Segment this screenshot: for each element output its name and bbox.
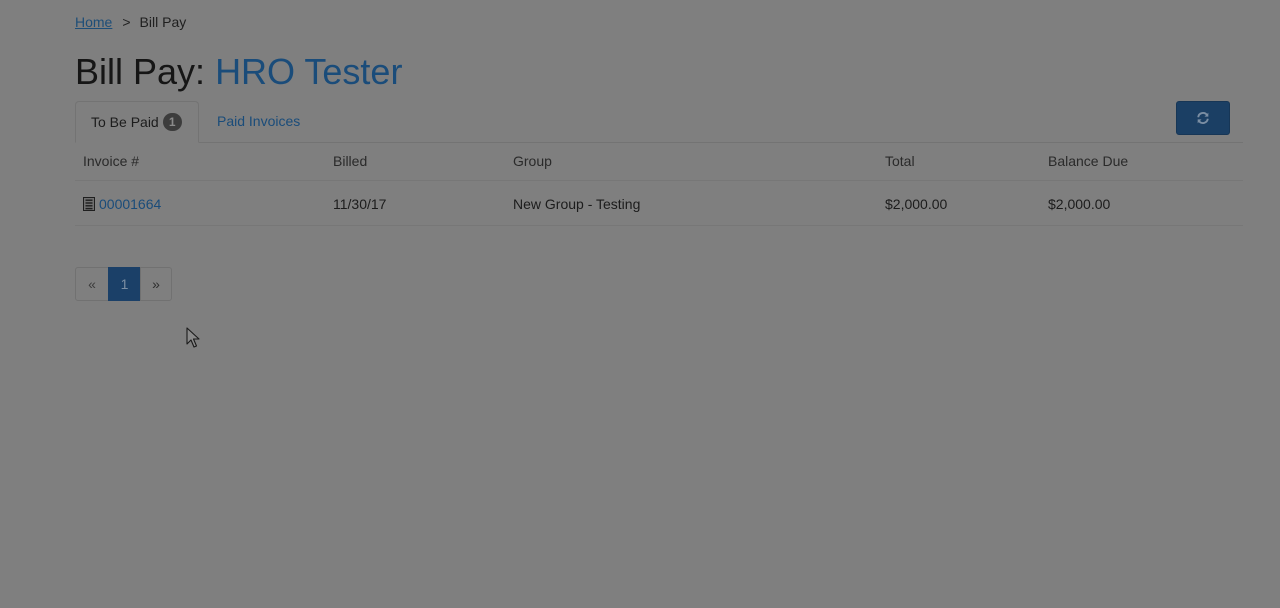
total-cell: $2,000.00 — [885, 196, 948, 212]
column-header-total: Total — [885, 153, 915, 169]
billed-date-cell: 11/30/17 — [333, 196, 387, 212]
tab-to-be-paid[interactable]: To Be Paid 1 — [75, 101, 199, 143]
tab-paid-invoices[interactable]: Paid Invoices — [202, 101, 315, 142]
refresh-icon — [1196, 111, 1210, 125]
pagination-next-button[interactable]: » — [140, 267, 172, 301]
column-header-group: Group — [513, 153, 552, 169]
page-title-prefix: Bill Pay: — [75, 51, 206, 92]
invoice-cell: 00001664 — [83, 196, 161, 214]
table-header: Invoice # Billed Group Total Balance Due — [75, 143, 1243, 180]
column-header-balance-due: Balance Due — [1048, 153, 1129, 169]
to-be-paid-count-badge: 1 — [162, 113, 182, 131]
tab-to-be-paid-label: To Be Paid — [91, 114, 159, 130]
page-title-client-name: HRO Tester — [215, 51, 403, 92]
breadcrumb-home-link[interactable]: Home — [75, 14, 112, 30]
table-row: 00001664 11/30/17 New Group - Testing $2… — [75, 180, 1243, 226]
invoice-tabs: To Be Paid 1 Paid Invoices — [75, 101, 1243, 143]
refresh-button[interactable] — [1176, 101, 1230, 135]
invoice-document-icon — [83, 197, 95, 214]
pagination-prev-button[interactable]: « — [75, 267, 109, 301]
invoice-number-link[interactable]: 00001664 — [99, 196, 161, 212]
breadcrumb-separator: > — [122, 14, 131, 30]
breadcrumb-current: Bill Pay — [139, 14, 187, 30]
mouse-pointer-icon — [186, 327, 200, 352]
breadcrumb: Home > Bill Pay — [75, 14, 186, 30]
balance-due-cell: $2,000.00 — [1048, 196, 1111, 212]
invoice-table: Invoice # Billed Group Total Balance Due… — [75, 143, 1243, 226]
column-header-invoice: Invoice # — [83, 153, 140, 169]
page-title: Bill Pay: HRO Tester — [75, 50, 402, 94]
column-header-billed: Billed — [333, 153, 368, 169]
pagination: « 1 » — [75, 267, 172, 301]
group-cell: New Group - Testing — [513, 196, 641, 212]
pagination-page-1[interactable]: 1 — [108, 267, 141, 301]
bill-pay-page: Home > Bill Pay Bill Pay: HRO Tester To Be… — [0, 0, 1280, 608]
tab-paid-invoices-label: Paid Invoices — [217, 113, 301, 129]
